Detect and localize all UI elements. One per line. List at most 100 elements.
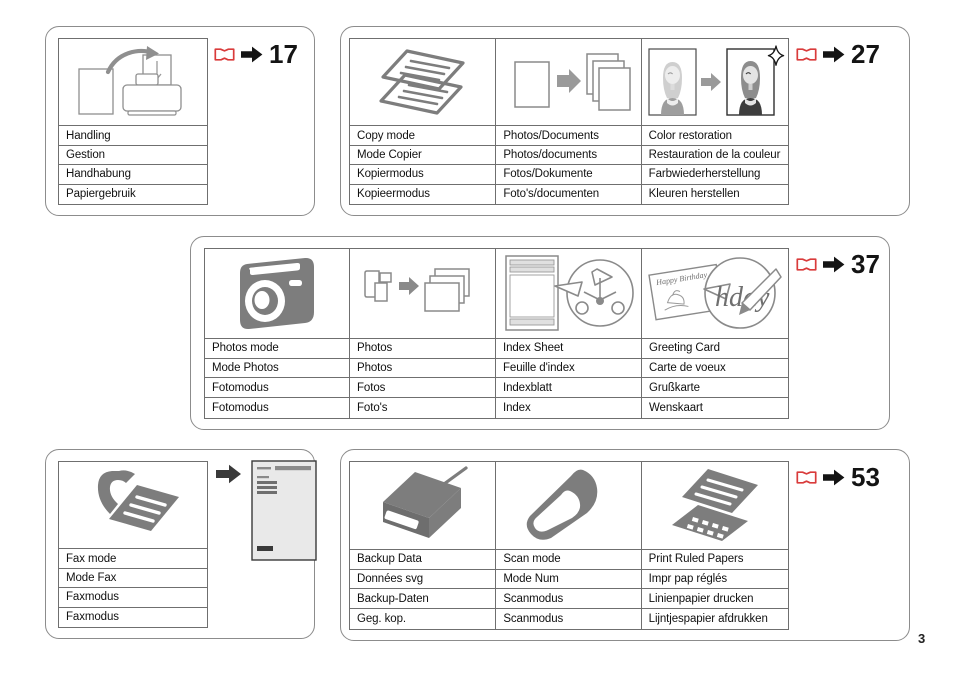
scanner-lid-icon [526, 470, 597, 541]
index-sheet-icon [504, 255, 634, 332]
label-cell: Index [496, 398, 642, 419]
camera-icon [240, 258, 314, 330]
label-cell: Backup-Daten [350, 589, 497, 609]
label-cell: Color restoration [648, 129, 732, 142]
label-cell: Scanmodus [496, 589, 642, 609]
arrow-right-icon [823, 46, 845, 62]
cell-icon-greeting-card: Happy Birthday hday [642, 249, 788, 339]
label-cell: Linienpapier drucken [648, 592, 754, 605]
label-cell: Grußkarte [649, 381, 700, 394]
panel-backup-scan: Backup Data Scan mode Print Ruled Papers… [340, 449, 910, 641]
label-cell: Mode Photos [205, 358, 350, 378]
label-cell: Photos [350, 358, 496, 378]
label-cell: Index Sheet [496, 338, 642, 358]
label-cell: Photos/Documents [496, 126, 642, 145]
label-cell: Wenskaart [649, 402, 703, 415]
cell-icon-scanner-lid [496, 462, 642, 550]
open-book-icon [214, 47, 235, 61]
label-cell: Foto's/documenten [496, 184, 642, 204]
backup-disc-drive-icon [382, 466, 468, 539]
panel-backup-scan-table: Backup Data Scan mode Print Ruled Papers… [349, 461, 789, 630]
open-book-icon [796, 257, 817, 271]
label-cell: Indexblatt [496, 378, 642, 398]
label-cell: Papiergebruik [66, 188, 136, 201]
label-cell: Scan mode [496, 549, 642, 569]
label-cell: Fotomodus [205, 378, 350, 398]
label-cell: Feuille d'index [496, 358, 642, 378]
label-cell: Handling [66, 129, 111, 142]
label-cell: Fotos [350, 378, 496, 398]
label-cell: Greeting Card [649, 342, 720, 355]
paper-load-printer-icon [78, 46, 182, 116]
manual-page: Handling Gestion Handhabung Papiergebrui… [0, 0, 954, 673]
arrow-right-icon [241, 46, 263, 62]
label-cell: Kleuren herstellen [648, 188, 740, 201]
reference-marker-37[interactable]: 37 [796, 251, 880, 277]
cell-icon-stacked-documents [350, 39, 497, 127]
page-folio: 3 [918, 631, 926, 646]
arrow-right-icon [823, 256, 845, 272]
label-cell: Geg. kop. [350, 609, 497, 629]
cell-icon-photos-documents [496, 39, 642, 127]
fax-report-sheet-icon [251, 460, 317, 561]
label-cell: Données svg [350, 569, 497, 589]
reference-page-number: 17 [269, 39, 298, 69]
label-cell: Gestion [66, 149, 105, 162]
panel-photos-table: Happy Birthday hday Photos mode Photos I… [204, 248, 789, 419]
open-book-icon [796, 470, 817, 484]
panel-fax: Fax mode Mode Fax Faxmodus Faxmodus [45, 449, 317, 639]
label-cell: Photos [350, 338, 496, 358]
label-cell: Impr pap réglés [648, 573, 728, 586]
label-cell: Kopiermodus [350, 165, 497, 184]
fax-handset-document-icon [97, 470, 179, 532]
panel-fax-table: Fax mode Mode Fax Faxmodus Faxmodus [58, 461, 208, 628]
panel-copy-table: Copy mode Photos/Documents Color restora… [349, 38, 789, 205]
cell-icon-backup-disc-drive [350, 462, 497, 550]
reference-page-number: 37 [851, 249, 880, 279]
cell-icon-memory-card-photos [350, 249, 496, 339]
cell-icon-color-restoration [641, 39, 788, 127]
label-cell: Faxmodus [66, 611, 119, 624]
label-cell: Faxmodus [66, 591, 119, 604]
cell-icon-paper-load-printer [59, 39, 207, 127]
reference-page-number: 27 [851, 39, 880, 69]
stacked-documents-icon [379, 49, 465, 115]
cell-icon-fax-handset-document [59, 462, 207, 550]
label-cell: Backup Data [350, 549, 497, 569]
label-cell: Carte de voeux [649, 362, 726, 375]
label-cell: Mode Copier [350, 145, 497, 165]
memory-card-to-photos-icon [363, 268, 470, 313]
panel-handling-table: Handling Gestion Handhabung Papiergebrui… [58, 38, 208, 205]
greeting-card-icon: Happy Birthday hday [648, 257, 782, 330]
panel-copy: Copy mode Photos/Documents Color restora… [340, 26, 910, 216]
reference-marker-27[interactable]: 27 [796, 41, 880, 67]
arrow-right-icon [216, 464, 241, 484]
cell-icon-index-sheet [496, 249, 642, 339]
label-cell: Mode Fax [66, 572, 117, 585]
label-cell: Kopieermodus [350, 184, 497, 204]
color-restoration-icon [648, 45, 785, 116]
panel-handling: Handling Gestion Handhabung Papiergebrui… [45, 26, 315, 216]
label-cell: Lijntjespapier afdrukken [648, 613, 768, 626]
reference-page-number: 53 [851, 462, 880, 492]
panel-photos: Happy Birthday hday Photos mode Photos I… [190, 236, 890, 430]
label-cell: Photos/documents [496, 145, 642, 165]
ruled-paper-icon [671, 469, 758, 542]
label-cell: Scanmodus [496, 609, 642, 629]
cell-icon-ruled-paper [641, 462, 788, 550]
label-cell: Print Ruled Papers [648, 553, 744, 566]
arrow-right-icon [823, 469, 845, 485]
label-cell: Handhabung [66, 168, 131, 181]
label-cell: Fotomodus [205, 398, 350, 419]
label-cell: Photos mode [205, 338, 350, 358]
label-cell: Fax mode [66, 552, 117, 565]
label-cell: Foto's [350, 398, 496, 419]
open-book-icon [796, 47, 817, 61]
label-cell: Restauration de la couleur [648, 149, 781, 162]
photos-documents-copy-icon [513, 53, 631, 111]
cell-icon-camera [205, 249, 350, 339]
reference-marker-53[interactable]: 53 [796, 464, 880, 490]
label-cell: Mode Num [496, 569, 642, 589]
reference-marker-17[interactable]: 17 [214, 41, 298, 67]
label-cell: Fotos/Dokumente [496, 165, 642, 184]
